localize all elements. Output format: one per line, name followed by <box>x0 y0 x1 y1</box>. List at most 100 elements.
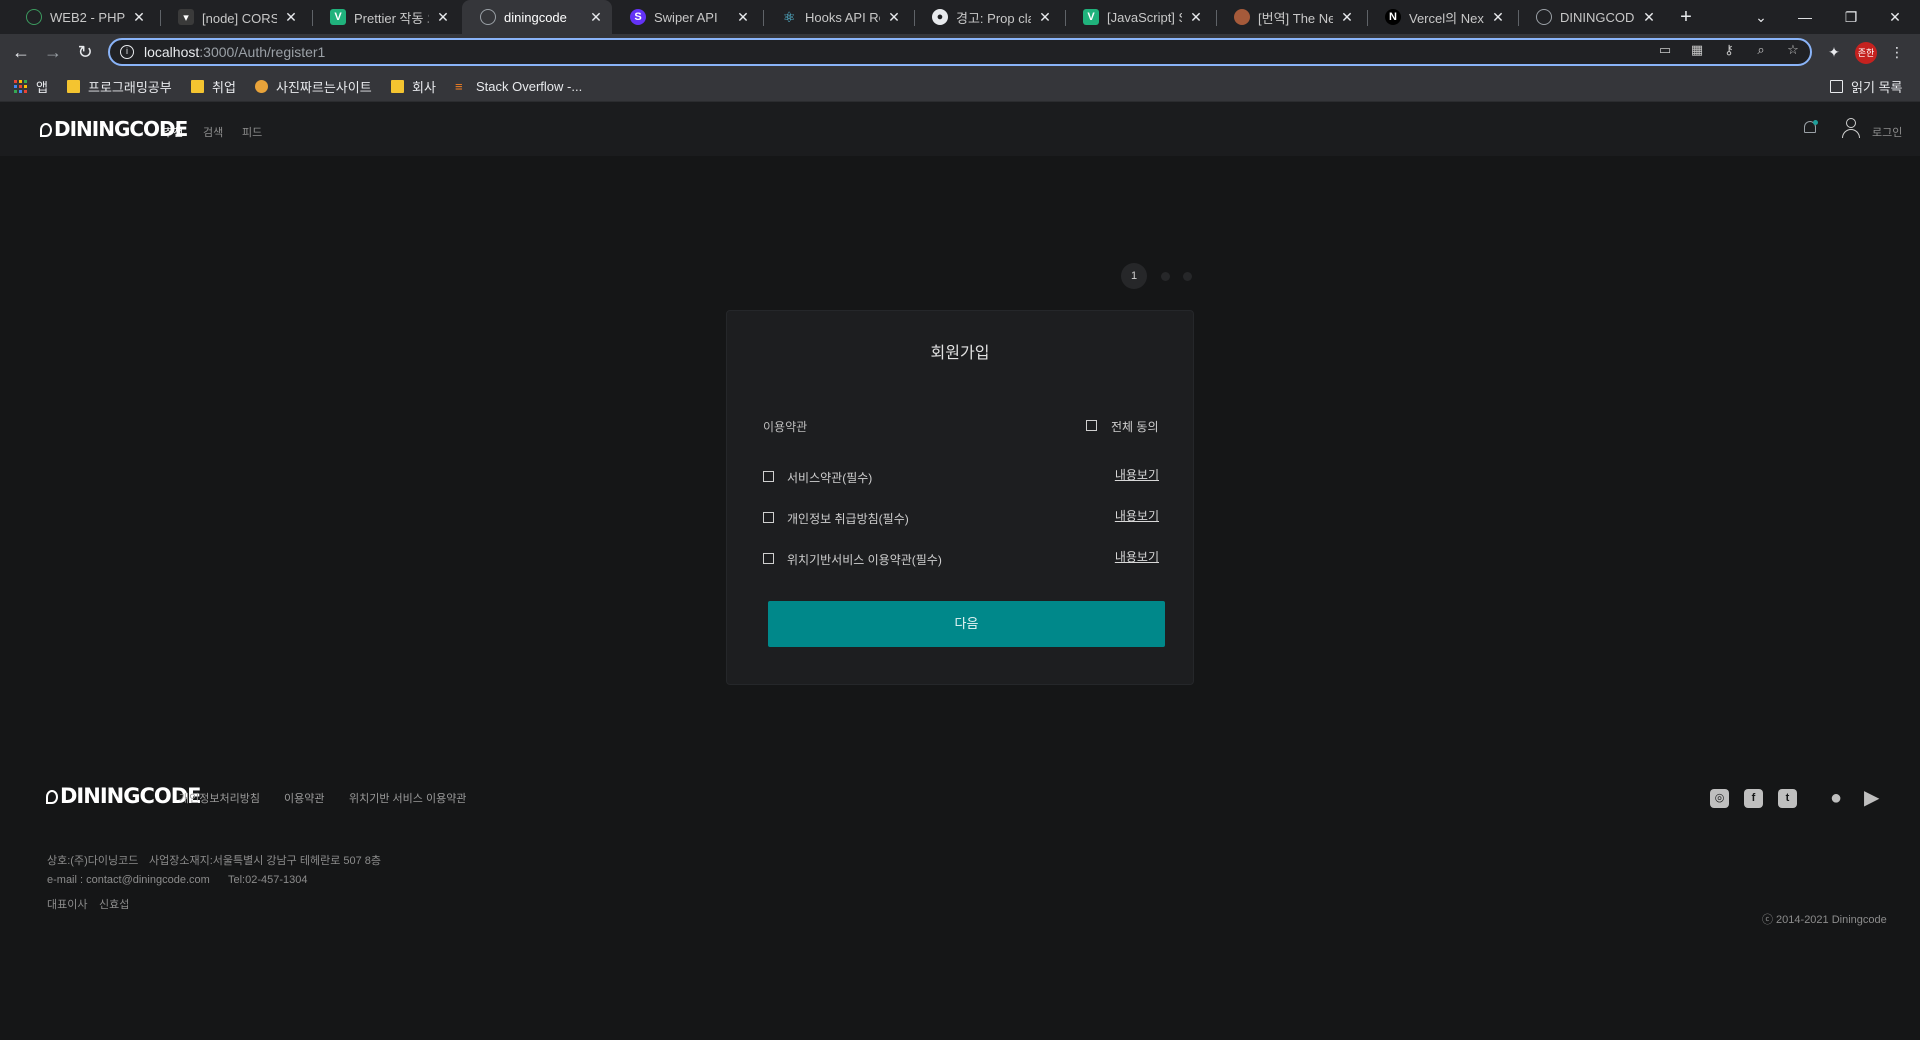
footer-ceo-label: 대표이사 <box>47 899 88 911</box>
browser-tab[interactable]: V Prettier 작동 오 ✕ <box>312 0 459 34</box>
v-icon: V <box>1083 9 1099 25</box>
browser-tab-bar: WEB2 - PHP - … ✕ ▾ [node] CORS란? ✕ V Pre… <box>0 0 1920 34</box>
zoom-icon[interactable]: ⌕ <box>1751 40 1771 60</box>
browser-tab[interactable]: V [JavaScript] Sw ✕ <box>1065 0 1212 34</box>
close-icon[interactable]: ✕ <box>886 9 902 26</box>
bookmark-folder[interactable]: 취업 <box>191 77 236 95</box>
agree-all-label[interactable]: 전체 동의 <box>1111 418 1159 435</box>
react-icon: ⚛ <box>782 8 796 25</box>
terms-service-label[interactable]: 서비스약관(필수) <box>787 469 872 486</box>
bookmark-folder[interactable]: 프로그래밍공부 <box>67 77 172 95</box>
next-button[interactable]: 다음 <box>768 601 1165 647</box>
key-icon[interactable]: ⚷ <box>1719 40 1739 60</box>
close-window-button[interactable]: ✕ <box>1872 0 1918 34</box>
cast-icon[interactable]: ▭ <box>1655 40 1675 60</box>
apple-icon[interactable]: ● <box>1830 786 1842 810</box>
terms-privacy-checkbox[interactable] <box>763 512 774 523</box>
reload-icon[interactable]: ↻ <box>72 39 98 65</box>
nav-search[interactable]: 검색 <box>203 124 223 140</box>
info-icon[interactable]: i <box>120 45 134 59</box>
logo-mark-icon <box>46 790 58 804</box>
profile-avatar[interactable]: 존한 <box>1855 42 1877 64</box>
footer-link-privacy[interactable]: 개인정보처리방침 <box>179 790 260 806</box>
nav-feed[interactable]: 피드 <box>242 124 262 140</box>
facebook-icon[interactable]: f <box>1744 789 1763 808</box>
globe-icon <box>1536 9 1552 25</box>
nav-recommend[interactable]: 추천 <box>163 124 183 140</box>
browser-toolbar: ← → ↻ i localhost:3000/Auth/register1 ▭ … <box>0 34 1920 70</box>
apps-icon <box>14 79 27 93</box>
browser-tab[interactable]: ● 경고: Prop class ✕ <box>914 0 1061 34</box>
close-icon[interactable]: ✕ <box>283 9 299 26</box>
address-bar[interactable]: i localhost:3000/Auth/register1 <box>108 38 1812 66</box>
terms-section-label: 이용약관 <box>763 420 808 434</box>
footer-email: e-mail : contact@diningcode.com <box>47 874 210 886</box>
close-icon[interactable]: ✕ <box>588 9 604 26</box>
browser-tab[interactable]: ▾ [node] CORS란? ✕ <box>160 0 307 34</box>
browser-tab-active[interactable]: diningcode ✕ <box>462 0 612 34</box>
browser-tab[interactable]: WEB2 - PHP - … ✕ <box>8 0 155 34</box>
close-icon[interactable]: ✕ <box>1188 9 1204 26</box>
forward-icon[interactable]: → <box>40 39 66 65</box>
qr-code-icon[interactable]: ▦ <box>1687 40 1707 60</box>
restore-button[interactable]: ❐ <box>1828 0 1874 34</box>
extensions-icon[interactable]: ✦ <box>1824 42 1844 62</box>
browser-tab[interactable]: DININGCODE A ✕ <box>1518 0 1665 34</box>
browser-tab[interactable]: ⚛ Hooks API Refe ✕ <box>763 0 910 34</box>
nextjs-icon: N <box>1385 9 1401 25</box>
footer-tel: Tel:02-457-1304 <box>228 874 308 886</box>
menu-icon[interactable]: ⋮ <box>1887 42 1907 62</box>
close-icon[interactable]: ✕ <box>435 9 451 26</box>
tab-search-icon[interactable]: ⌄ <box>1738 0 1784 34</box>
folder-icon <box>191 79 204 93</box>
browser-tab[interactable]: S Swiper API ✕ <box>612 0 759 34</box>
footer-logo[interactable]: DININGCODE <box>46 784 201 808</box>
terms-service-checkbox[interactable] <box>763 471 774 482</box>
bookmark-star-icon[interactable]: ☆ <box>1783 40 1803 60</box>
close-icon[interactable]: ✕ <box>1037 9 1053 26</box>
footer-link-location-terms[interactable]: 위치기반 서비스 이용약관 <box>349 790 466 806</box>
close-icon[interactable]: ✕ <box>1339 9 1355 26</box>
terms-service-view-link[interactable]: 내용보기 <box>1115 466 1159 483</box>
terms-location-view-link[interactable]: 내용보기 <box>1115 548 1159 565</box>
reading-list-button[interactable]: 읽기 목록 <box>1830 77 1902 95</box>
footer-ceo-name: 신효섭 <box>99 899 130 911</box>
close-icon[interactable]: ✕ <box>1641 9 1657 26</box>
step-indicator-current: 1 <box>1121 263 1147 289</box>
footer-link-terms[interactable]: 이용약관 <box>284 790 324 806</box>
google-play-icon[interactable]: ▶ <box>1864 786 1879 810</box>
folder-icon <box>391 79 404 93</box>
bookmark-stackoverflow[interactable]: ≡ Stack Overflow -... <box>455 77 582 95</box>
login-link[interactable]: 로그인 <box>1872 124 1902 140</box>
terms-privacy-view-link[interactable]: 내용보기 <box>1115 507 1159 524</box>
terms-privacy-label[interactable]: 개인정보 취급방침(필수) <box>787 510 909 527</box>
close-icon[interactable]: ✕ <box>1490 9 1506 26</box>
browser-tab[interactable]: N Vercel의 Next.js ✕ <box>1367 0 1514 34</box>
terms-location-label[interactable]: 위치기반서비스 이용약관(필수) <box>787 551 942 568</box>
instagram-icon[interactable]: ◎ <box>1710 789 1729 808</box>
notification-bell-icon[interactable] <box>1803 120 1818 136</box>
back-icon[interactable]: ← <box>8 39 34 65</box>
register-card: 회원가입 이용약관 전체 동의 서비스약관(필수) 내용보기 개인정보 취급방침… <box>726 310 1194 685</box>
bookmark-folder[interactable]: 회사 <box>391 77 436 95</box>
agree-all-checkbox[interactable] <box>1086 420 1097 431</box>
stackoverflow-icon: ≡ <box>455 78 463 94</box>
browser-tab[interactable]: [번역] The Next ✕ <box>1216 0 1363 34</box>
bookmark-site[interactable]: 사진짜르는사이트 <box>255 77 372 95</box>
close-icon[interactable]: ✕ <box>735 9 751 26</box>
minimize-button[interactable]: — <box>1782 0 1828 34</box>
bookmarks-bar: 앱 프로그래밍공부 취업 사진짜르는사이트 회사 ≡ Stack Overflo… <box>0 70 1920 102</box>
reading-list-icon <box>1830 79 1843 93</box>
site-header: DININGCODE 추천 검색 피드 로그인 <box>0 102 1920 156</box>
footer-address: 사업장소재지:서울특별시 강남구 테헤란로 507 8층 <box>149 855 382 867</box>
avatar-icon <box>1234 9 1250 25</box>
logo-mark-icon <box>40 123 52 137</box>
user-icon[interactable] <box>1842 118 1860 138</box>
twitter-icon[interactable]: t <box>1778 789 1797 808</box>
globe-icon <box>480 9 496 25</box>
node-icon: ▾ <box>178 9 194 25</box>
close-icon[interactable]: ✕ <box>131 9 147 26</box>
terms-location-checkbox[interactable] <box>763 553 774 564</box>
new-tab-button[interactable]: + <box>1672 2 1700 32</box>
bookmark-apps[interactable]: 앱 <box>14 77 48 95</box>
